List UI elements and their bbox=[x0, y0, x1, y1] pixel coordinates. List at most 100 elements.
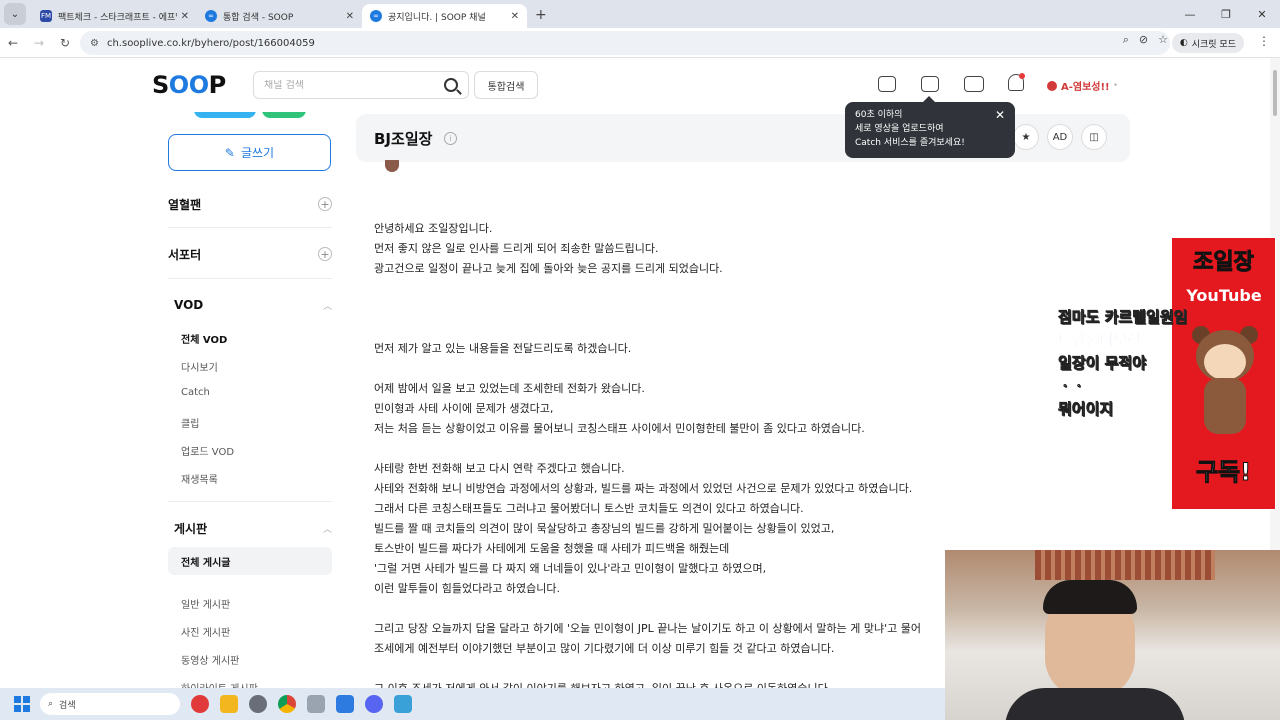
restore-icon[interactable]: ❐ bbox=[1208, 0, 1244, 28]
divider bbox=[168, 278, 332, 279]
zoom-icon[interactable]: ⌕ bbox=[1123, 33, 1129, 47]
chevron-up-icon[interactable]: ︿ bbox=[323, 299, 332, 312]
browser-tab-2[interactable]: ∞ 통합 검색 - SOOP ✕ bbox=[197, 4, 362, 28]
post-line: '그럴 거면 사테가 빌드를 다 짜지 왜 너네들이 있나'라고 민이형이 말했… bbox=[374, 562, 767, 575]
windows-start-icon[interactable] bbox=[14, 696, 30, 712]
back-icon[interactable]: ← bbox=[0, 36, 26, 50]
channel-sidebar: ✎ 글쓰기 열혈팬 + 서포터 + VOD ︿ 전체 VOD 다시보기 Catc… bbox=[168, 112, 332, 688]
browser-tab-3-active[interactable]: ∞ 공지입니다. | SOOP 채널 ✕ bbox=[362, 4, 527, 28]
sidebar-item-clip[interactable]: 클립 bbox=[181, 415, 199, 430]
channel-search-input[interactable] bbox=[264, 79, 444, 91]
sidebar-item-upload-vod[interactable]: 업로드 VOD bbox=[181, 443, 234, 458]
channel-search-box bbox=[253, 71, 469, 99]
sidebar-section-supporter[interactable]: 서포터 + bbox=[168, 244, 332, 264]
scrollbar-thumb[interactable] bbox=[1273, 70, 1277, 116]
post-line: 빌드를 짤 때 코치들의 의견이 많이 묵살당하고 총장님의 빌드를 강하게 밀… bbox=[374, 522, 835, 535]
sidebar-section-fan[interactable]: 열혈팬 + bbox=[168, 194, 332, 214]
sidebar-section-board[interactable]: 게시판 ︿ bbox=[168, 518, 332, 538]
notification-dot bbox=[1019, 73, 1025, 79]
chrome-icon[interactable] bbox=[278, 695, 296, 713]
channel-name[interactable]: BJ조일장 bbox=[374, 128, 432, 149]
badge-blue bbox=[194, 112, 256, 118]
sidebar-item-all-posts[interactable]: 전체 게시글 bbox=[181, 554, 230, 569]
section-label: VOD bbox=[174, 298, 204, 312]
favorite-channel-icon[interactable]: ★ bbox=[1013, 124, 1039, 150]
info-icon[interactable]: i bbox=[444, 132, 457, 145]
tab-list-button[interactable]: ⌄ bbox=[4, 3, 26, 25]
chevron-up-icon[interactable]: ︿ bbox=[323, 522, 332, 535]
broadcast-camera-icon[interactable] bbox=[964, 76, 984, 92]
app-icon[interactable] bbox=[249, 695, 267, 713]
plus-icon[interactable]: + bbox=[318, 247, 332, 261]
incognito-label: 시크릿 모드 bbox=[1191, 39, 1236, 50]
search-icon: ⌕ bbox=[48, 699, 54, 709]
taskbar-search-label: 검색 bbox=[59, 700, 76, 711]
write-post-button[interactable]: ✎ 글쓰기 bbox=[168, 134, 331, 171]
sidebar-item-video-board[interactable]: 동영상 게시판 bbox=[181, 652, 239, 667]
sidebar-item-all-vod[interactable]: 전체 VOD bbox=[181, 331, 227, 346]
sticker-icon[interactable]: ◫ bbox=[1081, 124, 1107, 150]
forward-icon[interactable]: → bbox=[26, 36, 52, 50]
browser-tabstrip: ⌄ FM 팩트체크 - 스타크래프트 - 에프엠코리아 ✕ ∞ 통합 검색 - … bbox=[0, 0, 1280, 28]
close-tab-icon[interactable]: ✕ bbox=[181, 11, 189, 22]
total-search-button[interactable]: 통합검색 bbox=[474, 71, 538, 99]
url-field[interactable]: ⚙ ch.sooplive.co.kr/byhero/post/16600405… bbox=[80, 31, 1170, 55]
post-line: 조세에게 예전부터 이야기했던 부분이고 많이 기다렸기에 더 이상 미루기 힘… bbox=[374, 642, 835, 655]
close-tab-icon[interactable]: ✕ bbox=[511, 11, 519, 22]
sidebar-section-vod[interactable]: VOD ︿ bbox=[168, 295, 332, 315]
close-icon[interactable]: ✕ bbox=[995, 108, 1005, 122]
background-shelf bbox=[1035, 550, 1215, 580]
post-line: 이런 말투들이 힘들었다라고 하였습니다. bbox=[374, 582, 561, 595]
post-line: 사테랑 한번 전화해 보고 다시 연락 주겠다고 했습니다. bbox=[374, 462, 625, 475]
tooltip-line: 60초 이하의 bbox=[855, 110, 903, 120]
catch-upload-tooltip: 60초 이하의 세로 영상을 업로드하여 Catch 서비스를 즐겨보세요! ✕ bbox=[845, 96, 1015, 158]
bookmark-star-icon[interactable]: ☆ bbox=[1158, 33, 1168, 47]
sidebar-item-catch[interactable]: Catch bbox=[181, 387, 210, 398]
chat-line: 트렌젠더보성 bbox=[1058, 331, 1141, 350]
promo-title: 조일장 bbox=[1193, 250, 1255, 276]
chevron-down-icon: · bbox=[1113, 80, 1118, 91]
sidebar-item-photo-board[interactable]: 사진 게시판 bbox=[181, 624, 230, 639]
tab-title: 공지입니다. | SOOP 채널 bbox=[388, 12, 486, 23]
sidebar-badges bbox=[194, 112, 306, 118]
close-window-icon[interactable]: ✕ bbox=[1244, 0, 1280, 28]
minimize-icon[interactable]: — bbox=[1172, 0, 1208, 28]
close-tab-icon[interactable]: ✕ bbox=[346, 11, 354, 22]
store-icon[interactable] bbox=[336, 695, 354, 713]
chat-line: ㆍㆍ bbox=[1058, 377, 1086, 396]
ad-balloon-icon[interactable]: AD bbox=[1047, 124, 1073, 150]
upload-video-icon[interactable] bbox=[921, 76, 939, 92]
sidebar-item-replay[interactable]: 다시보기 bbox=[181, 359, 218, 374]
divider bbox=[168, 501, 332, 502]
sidebar-item-highlight-board[interactable]: 하이라이트 게시판 bbox=[181, 680, 258, 688]
taskbar-search[interactable]: ⌕ 검색 bbox=[40, 693, 180, 715]
plus-icon[interactable]: + bbox=[318, 197, 332, 211]
pencil-icon: ✎ bbox=[224, 145, 235, 160]
post-line: 민이형과 사테 사이에 문제가 생겼다고, bbox=[374, 402, 554, 415]
sidebar-item-general-board[interactable]: 일반 게시판 bbox=[181, 596, 230, 611]
browser-tab-1[interactable]: FM 팩트체크 - 스타크래프트 - 에프엠코리아 ✕ bbox=[32, 4, 197, 28]
file-explorer-icon[interactable] bbox=[220, 695, 238, 713]
my-page-icon[interactable] bbox=[878, 76, 896, 92]
notes-app-icon[interactable] bbox=[394, 695, 412, 713]
window-app-icon[interactable] bbox=[307, 695, 325, 713]
url-actions: ⌕ ⊘ ☆ bbox=[1123, 33, 1168, 47]
search-icon[interactable] bbox=[444, 78, 458, 92]
new-tab-icon[interactable]: + bbox=[535, 7, 547, 23]
site-info-icon[interactable]: ⚙ bbox=[90, 38, 99, 49]
tracking-off-icon[interactable]: ⊘ bbox=[1139, 33, 1148, 47]
post-line: 어제 밤에서 일을 보고 있었는데 조세한테 전화가 왔습니다. bbox=[374, 382, 645, 395]
logo-letters: OO bbox=[168, 71, 209, 99]
browser-menu-icon[interactable]: ⋮ bbox=[1258, 34, 1270, 48]
incognito-icon: ◐ bbox=[1179, 38, 1188, 48]
discord-icon[interactable] bbox=[365, 695, 383, 713]
incognito-badge[interactable]: ◐ 시크릿 모드 bbox=[1171, 33, 1244, 53]
sidebar-item-playlist[interactable]: 재생목록 bbox=[181, 471, 218, 486]
window-controls: — ❐ ✕ bbox=[1172, 0, 1280, 28]
reload-icon[interactable]: ↻ bbox=[52, 36, 78, 50]
user-menu[interactable]: A-염보성!! · bbox=[1047, 78, 1117, 93]
media-app-icon[interactable] bbox=[191, 695, 209, 713]
fm-favicon-icon: FM bbox=[40, 10, 52, 22]
soop-logo[interactable]: SOOP bbox=[152, 71, 226, 99]
post-line: 먼저 좋지 않은 일로 인사를 드리게 되어 죄송한 말씀드립니다. bbox=[374, 242, 659, 255]
